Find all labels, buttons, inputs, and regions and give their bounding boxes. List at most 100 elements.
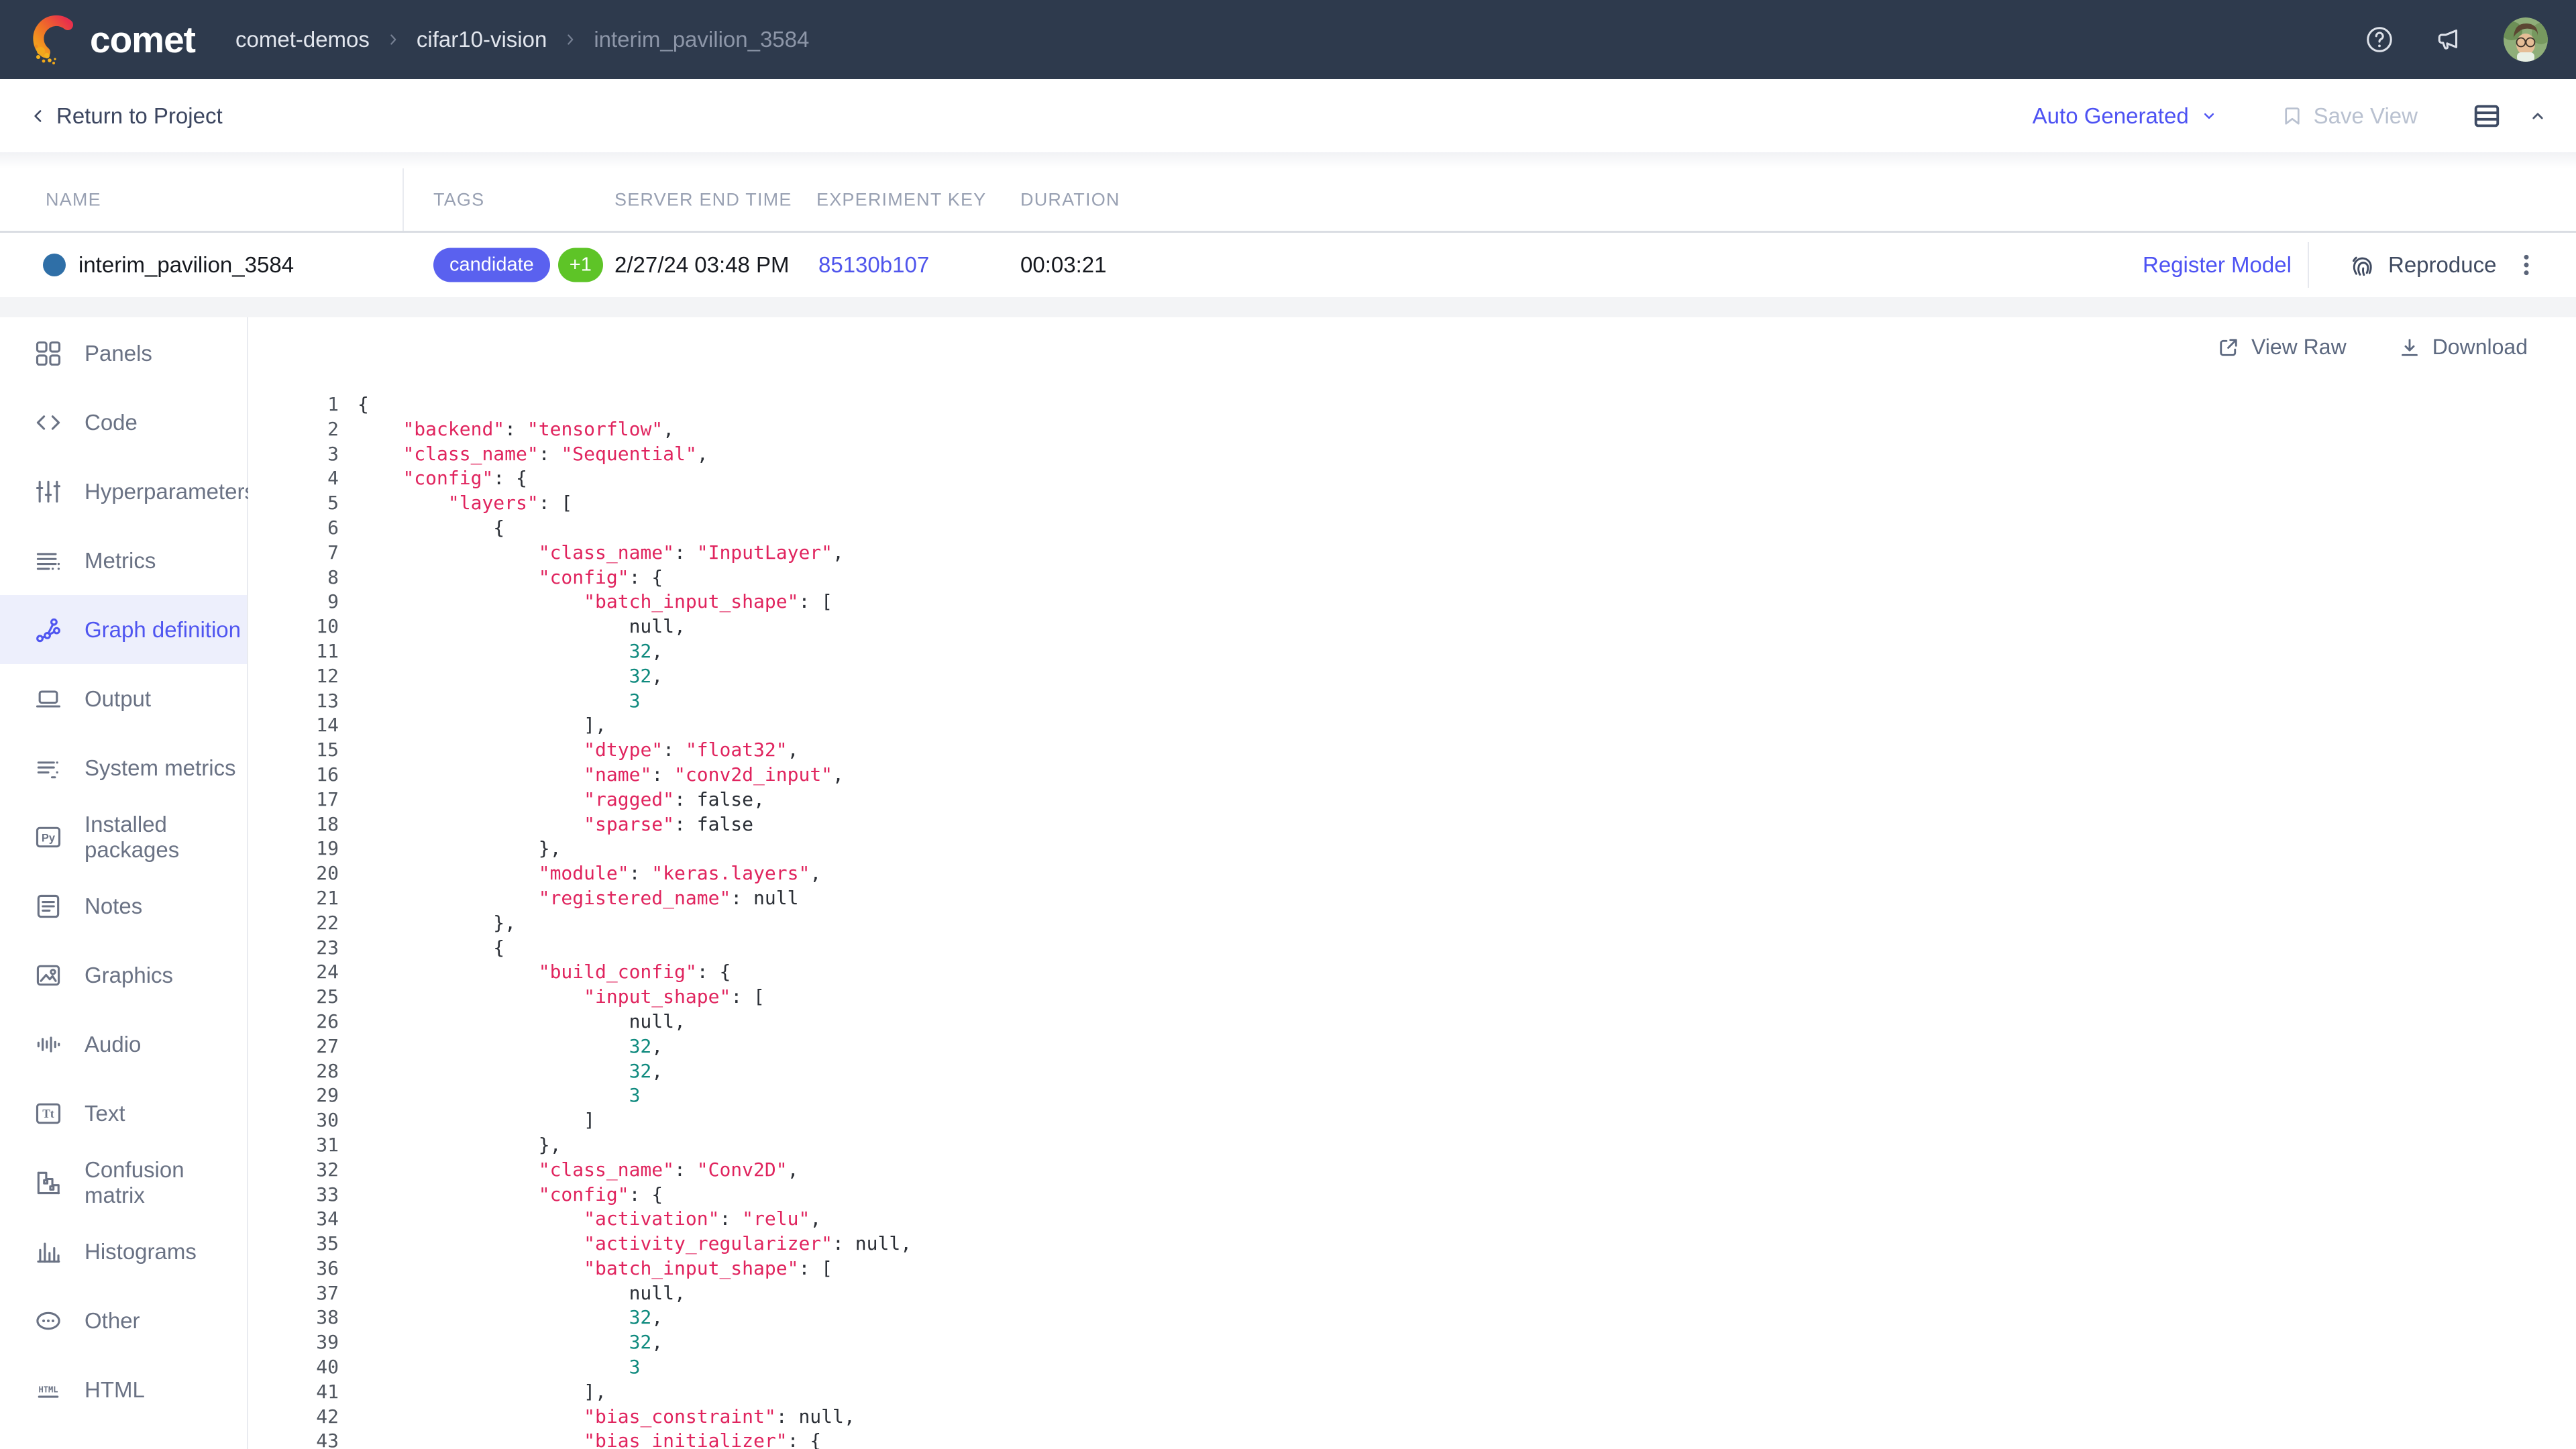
- sidebar-item-text[interactable]: TtText: [0, 1079, 247, 1148]
- line-number: 4: [248, 466, 339, 491]
- experiment-color-dot: [43, 254, 66, 276]
- code-line: 41 ],: [248, 1380, 2576, 1405]
- code-line: 12 32,: [248, 664, 2576, 689]
- breadcrumb-item[interactable]: cifar10-vision: [417, 27, 547, 52]
- code-line: 28 32,: [248, 1059, 2576, 1084]
- sidebar-item-hyperparameters[interactable]: Hyperparameters: [0, 457, 247, 526]
- code-line: 31 },: [248, 1133, 2576, 1158]
- code-line: 25 "input_shape": [: [248, 985, 2576, 1010]
- sidebar-item-html[interactable]: HTMLHTML: [0, 1355, 247, 1424]
- sidebar-item-label: Confusion matrix: [85, 1157, 247, 1208]
- user-avatar[interactable]: [2504, 17, 2548, 62]
- code-line: 2 "backend": "tensorflow",: [248, 417, 2576, 442]
- text-icon: Tt: [34, 1099, 63, 1128]
- save-view-label: Save View: [2314, 103, 2418, 129]
- register-model-link[interactable]: Register Model: [2143, 252, 2292, 278]
- sidebar-item-audio[interactable]: Audio: [0, 1010, 247, 1079]
- breadcrumb-separator-icon: [384, 31, 402, 48]
- tag-candidate[interactable]: candidate: [433, 248, 550, 282]
- line-number: 15: [248, 738, 339, 763]
- line-number: 40: [248, 1355, 339, 1380]
- code-toolbar: View Raw Download: [2216, 335, 2528, 360]
- sidebar-item-confusion-matrix[interactable]: Confusion matrix: [0, 1148, 247, 1217]
- line-number: 2: [248, 417, 339, 442]
- column-header-tags: TAGS: [433, 189, 484, 210]
- code-line: 6 {: [248, 516, 2576, 541]
- code-line: 17 "ragged": false,: [248, 788, 2576, 812]
- view-selector-dropdown[interactable]: Auto Generated: [2033, 103, 2218, 129]
- column-divider: [402, 168, 404, 231]
- experiment-name[interactable]: interim_pavilion_3584: [78, 252, 294, 278]
- comet-logo-icon[interactable]: [28, 13, 80, 66]
- sidebar-item-label: Other: [85, 1308, 140, 1334]
- sidebar-item-label: System metrics: [85, 755, 236, 781]
- view-raw-button[interactable]: View Raw: [2216, 335, 2347, 360]
- code-line: 40 3: [248, 1355, 2576, 1380]
- code-line: 43 "bias_initializer": {: [248, 1429, 2576, 1449]
- line-number: 9: [248, 590, 339, 614]
- sidebar-item-histograms[interactable]: Histograms: [0, 1217, 247, 1286]
- graph-definition-panel: View Raw Download 1{2 "backend": "tensor…: [248, 317, 2576, 1449]
- histograms-icon: [34, 1237, 63, 1267]
- download-label: Download: [2432, 335, 2528, 360]
- sidebar-item-graph-definition[interactable]: Graph definition: [0, 595, 247, 664]
- line-number: 33: [248, 1183, 339, 1208]
- sidebar-item-code[interactable]: Code: [0, 388, 247, 457]
- sidebar-item-system-metrics[interactable]: System metrics: [0, 733, 247, 802]
- subnav: Return to Project Auto Generated Save Vi…: [0, 79, 2576, 152]
- line-number: 36: [248, 1256, 339, 1281]
- code-line: 22 },: [248, 911, 2576, 936]
- help-icon[interactable]: [2364, 24, 2395, 55]
- code-line: 24 "build_config": {: [248, 960, 2576, 985]
- line-number: 41: [248, 1380, 339, 1405]
- chevron-down-icon: [2200, 107, 2218, 125]
- code-line: 34 "activation": "relu",: [248, 1207, 2576, 1232]
- sidebar-item-label: Installed packages: [85, 812, 247, 863]
- breadcrumb-item[interactable]: comet-demos: [235, 27, 370, 52]
- code-line: 39 32,: [248, 1330, 2576, 1355]
- sidebar-item-installed-packages[interactable]: PyInstalled packages: [0, 802, 247, 871]
- sidebar-item-other[interactable]: Other: [0, 1286, 247, 1355]
- sidebar-item-panels[interactable]: Panels: [0, 319, 247, 388]
- announcements-icon[interactable]: [2434, 24, 2465, 55]
- code-icon: [34, 408, 63, 437]
- sidebar-item-label: Panels: [85, 341, 152, 366]
- line-number: 30: [248, 1108, 339, 1133]
- chevron-up-icon[interactable]: [2528, 106, 2548, 126]
- sidebar-item-label: Hyperparameters: [85, 479, 256, 504]
- html-icon: HTML: [34, 1375, 63, 1405]
- return-to-project-button[interactable]: Return to Project: [28, 103, 223, 129]
- row-menu-kebab-icon[interactable]: [2513, 252, 2540, 278]
- line-number: 39: [248, 1330, 339, 1355]
- tag-more-count[interactable]: +1: [558, 248, 603, 282]
- line-number: 19: [248, 837, 339, 861]
- column-header-experiment-key: EXPERIMENT KEY: [816, 189, 986, 210]
- line-number: 7: [248, 541, 339, 566]
- line-number: 43: [248, 1429, 339, 1449]
- code-line: 26 null,: [248, 1010, 2576, 1034]
- code-line: 23 {: [248, 936, 2576, 961]
- code-line: 5 "layers": [: [248, 491, 2576, 516]
- table-view-icon[interactable]: [2471, 101, 2502, 131]
- experiment-key-link[interactable]: 85130b107: [818, 252, 929, 278]
- save-view-button[interactable]: Save View: [2280, 103, 2418, 129]
- reproduce-label: Reproduce: [2388, 252, 2496, 278]
- view-selector-label: Auto Generated: [2033, 103, 2189, 129]
- reproduce-button[interactable]: Reproduce: [2348, 250, 2496, 280]
- sidebar-item-output[interactable]: Output: [0, 664, 247, 733]
- server-end-time: 2/27/24 03:48 PM: [614, 252, 790, 278]
- line-number: 13: [248, 689, 339, 714]
- line-number: 21: [248, 886, 339, 911]
- code-viewer: 1{2 "backend": "tensorflow",3 "class_nam…: [248, 392, 2576, 1449]
- metrics-icon: [34, 546, 63, 576]
- sidebar-item-metrics[interactable]: Metrics: [0, 526, 247, 595]
- sidebar-item-notes[interactable]: Notes: [0, 871, 247, 941]
- code-line: 38 32,: [248, 1305, 2576, 1330]
- actions-divider: [2308, 242, 2309, 288]
- code-line: 3 "class_name": "Sequential",: [248, 442, 2576, 467]
- shadow-divider: [0, 152, 2576, 168]
- sidebar-item-graphics[interactable]: Graphics: [0, 941, 247, 1010]
- topnav: comet comet-demoscifar10-visioninterim_p…: [0, 0, 2576, 79]
- download-button[interactable]: Download: [2398, 335, 2528, 360]
- code-line: 21 "registered_name": null: [248, 886, 2576, 911]
